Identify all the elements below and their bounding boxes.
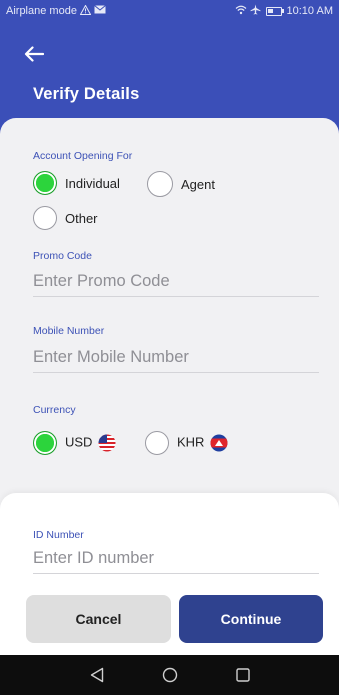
continue-button[interactable]: Continue <box>179 595 323 643</box>
currency-label: Currency <box>33 404 76 416</box>
status-airplane-text: Airplane mode <box>6 5 77 17</box>
radio-individual[interactable]: Individual <box>33 171 120 195</box>
radio-khr[interactable]: KHR <box>145 431 228 455</box>
bottom-sheet: ID Number Cancel Continue <box>0 493 339 655</box>
radio-usd[interactable]: USD <box>33 431 116 455</box>
mobile-number-label: Mobile Number <box>33 325 105 337</box>
radio-individual-indicator <box>33 171 57 195</box>
radio-agent-label: Agent <box>181 176 215 192</box>
usd-text: USD <box>65 434 93 450</box>
status-right: 10:10 AM <box>235 4 333 18</box>
back-button[interactable] <box>20 40 48 68</box>
cambodia-flag-icon <box>210 434 228 452</box>
radio-usd-label: USD <box>65 434 116 452</box>
radio-agent[interactable]: Agent <box>147 171 215 197</box>
radio-khr-label: KHR <box>177 434 228 452</box>
nav-back-button[interactable] <box>85 663 109 687</box>
status-time: 10:10 AM <box>286 5 333 17</box>
id-number-label: ID Number <box>33 529 84 541</box>
page-title: Verify Details <box>33 85 140 103</box>
form-card: Account Opening For Individual Agent Oth… <box>0 118 339 508</box>
khr-text: KHR <box>177 434 205 450</box>
promo-code-label: Promo Code <box>33 250 92 262</box>
battery-icon <box>265 6 284 16</box>
status-left: Airplane mode <box>6 3 106 18</box>
status-bar: Airplane mode 10:10 AM <box>0 0 339 22</box>
radio-khr-indicator <box>145 431 169 455</box>
airplane-icon <box>250 4 261 18</box>
arrow-left-icon <box>24 46 44 62</box>
promo-code-input[interactable] <box>33 266 319 297</box>
radio-usd-indicator <box>33 431 57 455</box>
back-triangle-icon <box>90 667 103 683</box>
nav-recents-button[interactable] <box>231 663 255 687</box>
warning-icon <box>79 3 92 18</box>
cancel-button[interactable]: Cancel <box>26 595 171 643</box>
radio-agent-indicator <box>147 171 173 197</box>
id-number-input[interactable] <box>33 543 319 574</box>
screen: Airplane mode 10:10 AM Verify Details Ac… <box>0 0 339 695</box>
account-opening-label: Account Opening For <box>33 150 133 162</box>
radio-other-indicator <box>33 206 57 230</box>
radio-other[interactable]: Other <box>33 206 98 230</box>
recents-square-icon <box>235 668 250 682</box>
home-circle-icon <box>162 667 177 683</box>
nav-home-button[interactable] <box>158 663 182 687</box>
radio-other-label: Other <box>65 210 98 226</box>
mail-icon <box>94 5 106 17</box>
mobile-number-input[interactable] <box>33 342 319 373</box>
us-flag-icon <box>98 434 116 452</box>
radio-individual-label: Individual <box>65 175 120 191</box>
android-nav-bar <box>0 655 339 695</box>
wifi-icon <box>235 5 247 18</box>
